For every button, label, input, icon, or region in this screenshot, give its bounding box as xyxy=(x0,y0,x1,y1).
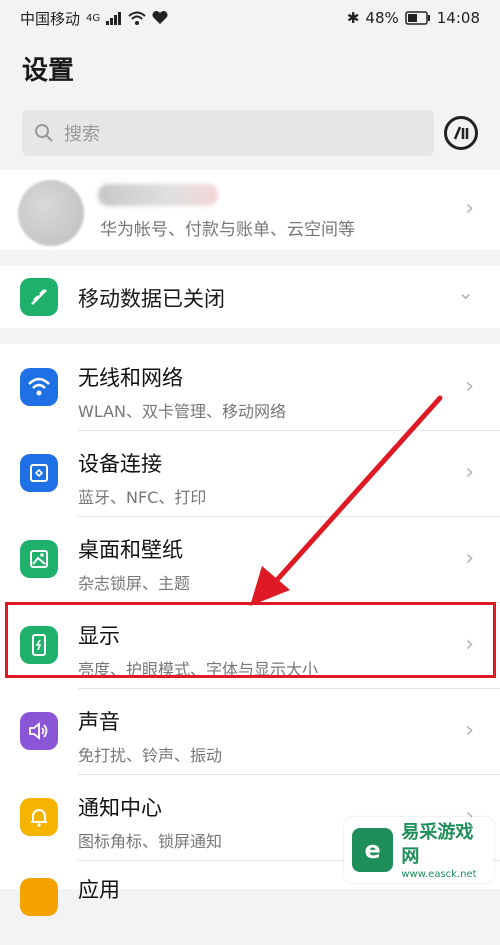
watermark: e 易采游戏网 www.easck.net xyxy=(344,817,494,883)
watermark-logo-icon: e xyxy=(352,828,394,872)
annotation-arrow xyxy=(250,395,443,606)
watermark-name: 易采游戏网 xyxy=(401,821,474,867)
watermark-url: www.easck.net xyxy=(401,868,477,880)
